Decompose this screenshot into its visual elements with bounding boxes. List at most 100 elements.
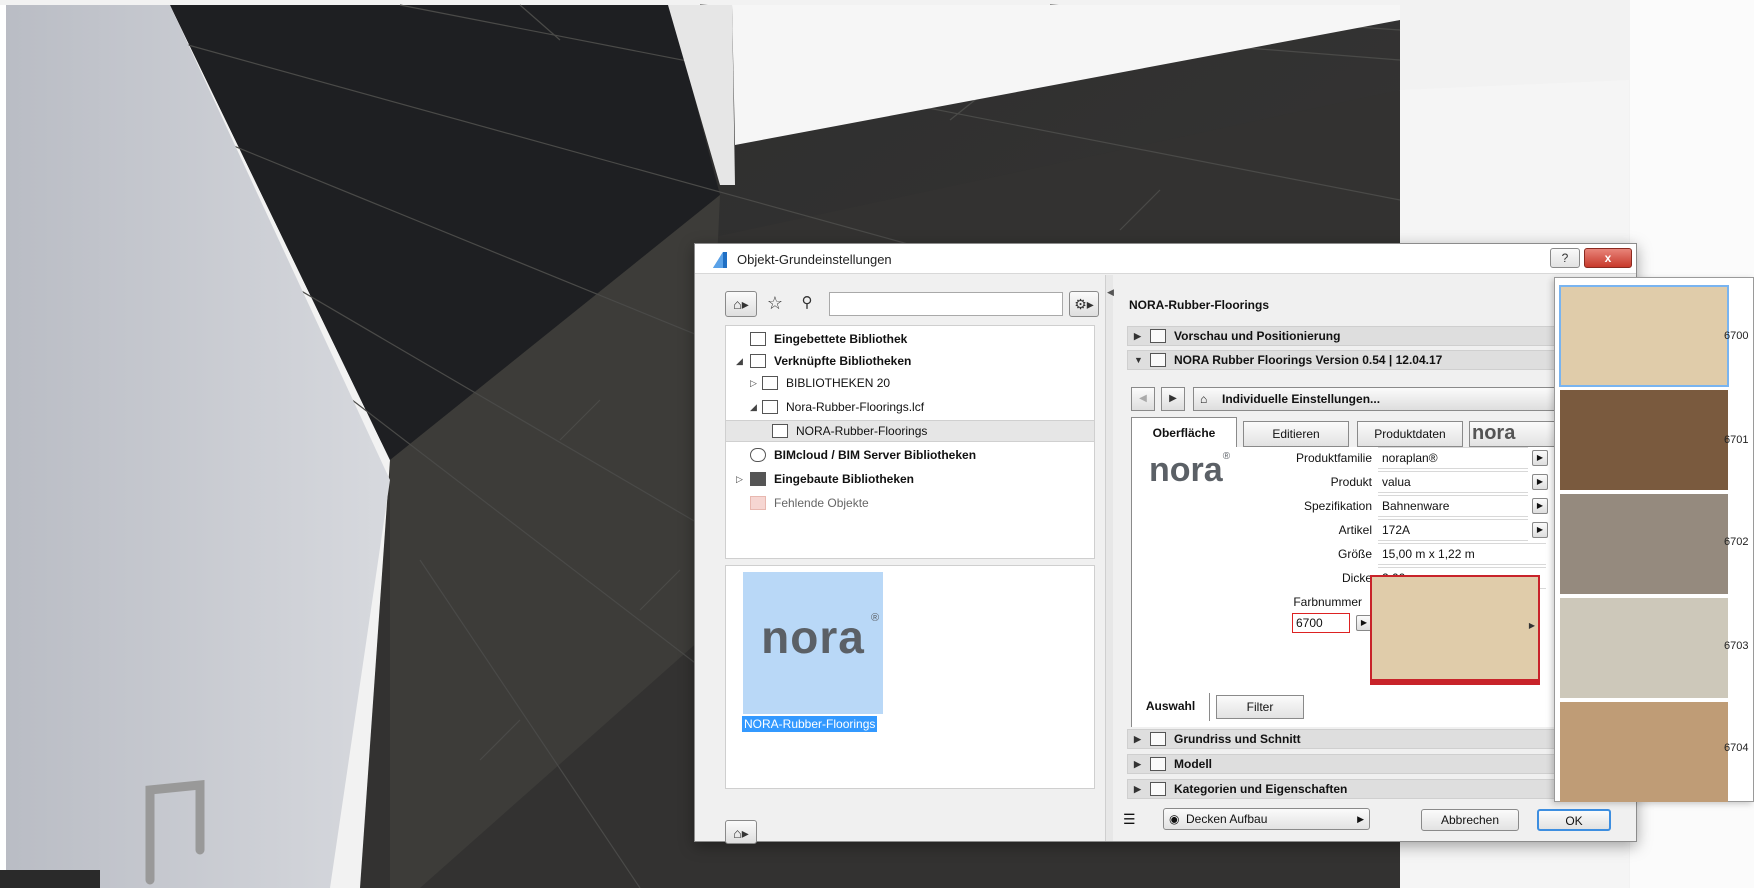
missing-folder-icon xyxy=(750,496,766,510)
palette-label-6704: 6704 xyxy=(1724,742,1749,754)
tree-item-nora-folder[interactable]: NORA-Rubber-Floorings xyxy=(726,420,1094,442)
color-swatch-preview[interactable]: ▶ xyxy=(1370,575,1540,681)
gear-icon: ⚙▸ xyxy=(1074,296,1094,312)
model-cube-icon xyxy=(1150,757,1166,771)
favorites-star-icon[interactable]: ☆ xyxy=(763,291,787,317)
product-family-field[interactable]: noraplan® xyxy=(1378,447,1528,469)
product-family-arrow-button[interactable]: ▶ xyxy=(1532,450,1548,466)
parameters-icon xyxy=(1150,353,1166,367)
tree-item-label: Fehlende Objekte xyxy=(774,496,869,510)
collapse-left-icon[interactable]: ◀ xyxy=(1107,287,1114,298)
container-file-icon xyxy=(762,400,778,414)
library-icon xyxy=(750,332,766,346)
layer-stack-icon: ☰ xyxy=(1123,811,1136,827)
library-pane: ⌂▸ ☆ ⚲ ⚙▸ Eingebettete Bibliothek ◢ Verk… xyxy=(695,275,1105,844)
help-button[interactable]: ? xyxy=(1550,248,1580,268)
object-preview-caption[interactable]: NORA-Rubber-Floorings xyxy=(742,716,878,732)
object-preview-panel: nora ® NORA-Rubber-Floorings xyxy=(725,565,1095,789)
dialog-title: Objekt-Grundeinstellungen xyxy=(737,252,892,267)
property-label: Spezifikation xyxy=(1303,499,1372,513)
cancel-button[interactable]: Abbrechen xyxy=(1421,809,1519,831)
property-label: Produkt xyxy=(1330,475,1372,489)
size-field[interactable]: 15,00 m x 1,22 m xyxy=(1378,543,1546,565)
next-button[interactable]: ▶ xyxy=(1161,387,1185,411)
product-field[interactable]: valua xyxy=(1378,471,1528,493)
expand-down-icon[interactable]: ◢ xyxy=(750,396,757,418)
folder-icon xyxy=(762,376,778,390)
section-label: NORA Rubber Floorings Version 0.54 | 12.… xyxy=(1174,353,1443,367)
library-tree[interactable]: Eingebettete Bibliothek ◢ Verknüpfte Bib… xyxy=(725,325,1095,559)
palette-swatch-6700[interactable] xyxy=(1559,285,1729,387)
library-options-gear-button[interactable]: ⚙▸ xyxy=(1069,291,1099,317)
eye-icon: ◉ xyxy=(1169,812,1180,826)
object-preview-thumbnail[interactable]: nora ® xyxy=(743,572,883,714)
palette-swatch-6704[interactable] xyxy=(1560,702,1728,802)
tree-item-label: BIMcloud / BIM Server Bibliotheken xyxy=(774,448,977,462)
search-icon[interactable]: ⚲ xyxy=(795,291,819,317)
tree-item-label: NORA-Rubber-Floorings xyxy=(796,424,928,438)
settings-tree-icon: ⌂ xyxy=(1200,392,1208,406)
library-toolbar: ⌂▸ ☆ ⚲ ⚙▸ xyxy=(725,291,1099,317)
dialog-titlebar[interactable]: Objekt-Grundeinstellungen ? x xyxy=(695,244,1636,274)
tab-edit[interactable]: Editieren xyxy=(1243,421,1349,447)
section-label: Kategorien und Eigenschaften xyxy=(1174,782,1348,796)
expand-right-icon[interactable]: ▷ xyxy=(750,372,757,394)
collapsed-triangle-icon: ▶ xyxy=(1134,734,1141,744)
property-label: Dicke xyxy=(1341,571,1372,585)
library-icon xyxy=(750,354,766,368)
palette-swatch-6702[interactable] xyxy=(1560,494,1728,594)
tab-surface[interactable]: Oberfläche xyxy=(1131,417,1237,448)
palette-label-6700: 6700 xyxy=(1724,330,1749,342)
tree-item-missing-objects[interactable]: Fehlende Objekte xyxy=(726,492,1094,514)
tree-item-label: Verknüpfte Bibliotheken xyxy=(774,354,912,368)
palette-swatch-6701[interactable] xyxy=(1560,390,1728,490)
pane-splitter[interactable]: ◀ xyxy=(1105,275,1114,841)
tree-item-bimcloud[interactable]: BIMcloud / BIM Server Bibliotheken xyxy=(726,444,1094,466)
specification-arrow-button[interactable]: ▶ xyxy=(1532,498,1548,514)
object-default-settings-dialog: Objekt-Grundeinstellungen ? x ⌂▸ ☆ ⚲ ⚙▸ … xyxy=(694,243,1638,844)
section-label: Modell xyxy=(1174,757,1212,771)
library-search-input[interactable] xyxy=(829,292,1063,316)
product-arrow-button[interactable]: ▶ xyxy=(1532,474,1548,490)
tree-item-label: BIBLIOTHEKEN 20 xyxy=(786,376,891,390)
tree-item-linked-libraries[interactable]: ◢ Verknüpfte Bibliotheken xyxy=(726,350,1094,372)
expanded-triangle-icon: ▼ xyxy=(1134,355,1143,365)
expand-right-icon[interactable]: ▷ xyxy=(736,468,743,490)
specification-field[interactable]: Bahnenware xyxy=(1378,495,1528,517)
tab-filter[interactable]: Filter xyxy=(1216,695,1304,719)
tree-item-builtin-libraries[interactable]: ▷ Eingebaute Bibliotheken xyxy=(726,468,1094,490)
tree-item-embedded-library[interactable]: Eingebettete Bibliothek xyxy=(726,328,1094,350)
section-label: Grundriss und Schnitt xyxy=(1174,732,1301,746)
close-button[interactable]: x xyxy=(1584,248,1632,268)
nora-brand-logo: nora® xyxy=(1149,451,1230,490)
dialog-footer: ☰ ◉ Decken Aufbau ▶ Abbrechen OK xyxy=(695,801,1638,841)
cloud-library-icon xyxy=(750,448,766,462)
palette-label-6703: 6703 xyxy=(1724,640,1749,652)
palette-swatch-6703[interactable] xyxy=(1560,598,1728,698)
swatch-accent-bar xyxy=(1370,681,1540,685)
library-view-dropdown-button[interactable]: ⌂▸ xyxy=(725,291,757,317)
archicad-app-icon xyxy=(713,252,727,268)
collapsed-triangle-icon: ▶ xyxy=(1134,331,1141,341)
nora-logo-text: nora xyxy=(1149,451,1223,489)
registered-icon: ® xyxy=(871,612,880,624)
tab-product-data[interactable]: Produktdaten xyxy=(1357,421,1463,447)
tree-item-label: Nora-Rubber-Floorings.lcf xyxy=(786,400,925,414)
tree-item-bibliotheken-20[interactable]: ▷ BIBLIOTHEKEN 20 xyxy=(726,372,1094,394)
previous-button[interactable]: ◀ xyxy=(1131,387,1155,411)
palette-label-6702: 6702 xyxy=(1724,536,1749,548)
folder-icon xyxy=(772,424,788,438)
object-library-icon: ⌂▸ xyxy=(733,296,749,312)
color-number-input[interactable]: 6700 xyxy=(1292,613,1350,633)
tree-item-nora-lcf[interactable]: ◢ Nora-Rubber-Floorings.lcf xyxy=(726,396,1094,418)
expand-down-icon[interactable]: ◢ xyxy=(736,350,743,372)
tab-selection[interactable]: Auswahl xyxy=(1132,693,1210,721)
section-label: Vorschau und Positionierung xyxy=(1174,329,1341,343)
tree-item-label: Eingebaute Bibliotheken xyxy=(774,472,915,486)
article-arrow-button[interactable]: ▶ xyxy=(1532,522,1548,538)
ok-button[interactable]: OK xyxy=(1537,809,1611,831)
list-icon xyxy=(1150,782,1166,796)
layer-dropdown[interactable]: ◉ Decken Aufbau ▶ xyxy=(1163,808,1370,830)
article-field[interactable]: 172A xyxy=(1378,519,1528,541)
color-number-label: Farbnummer xyxy=(1293,595,1362,609)
